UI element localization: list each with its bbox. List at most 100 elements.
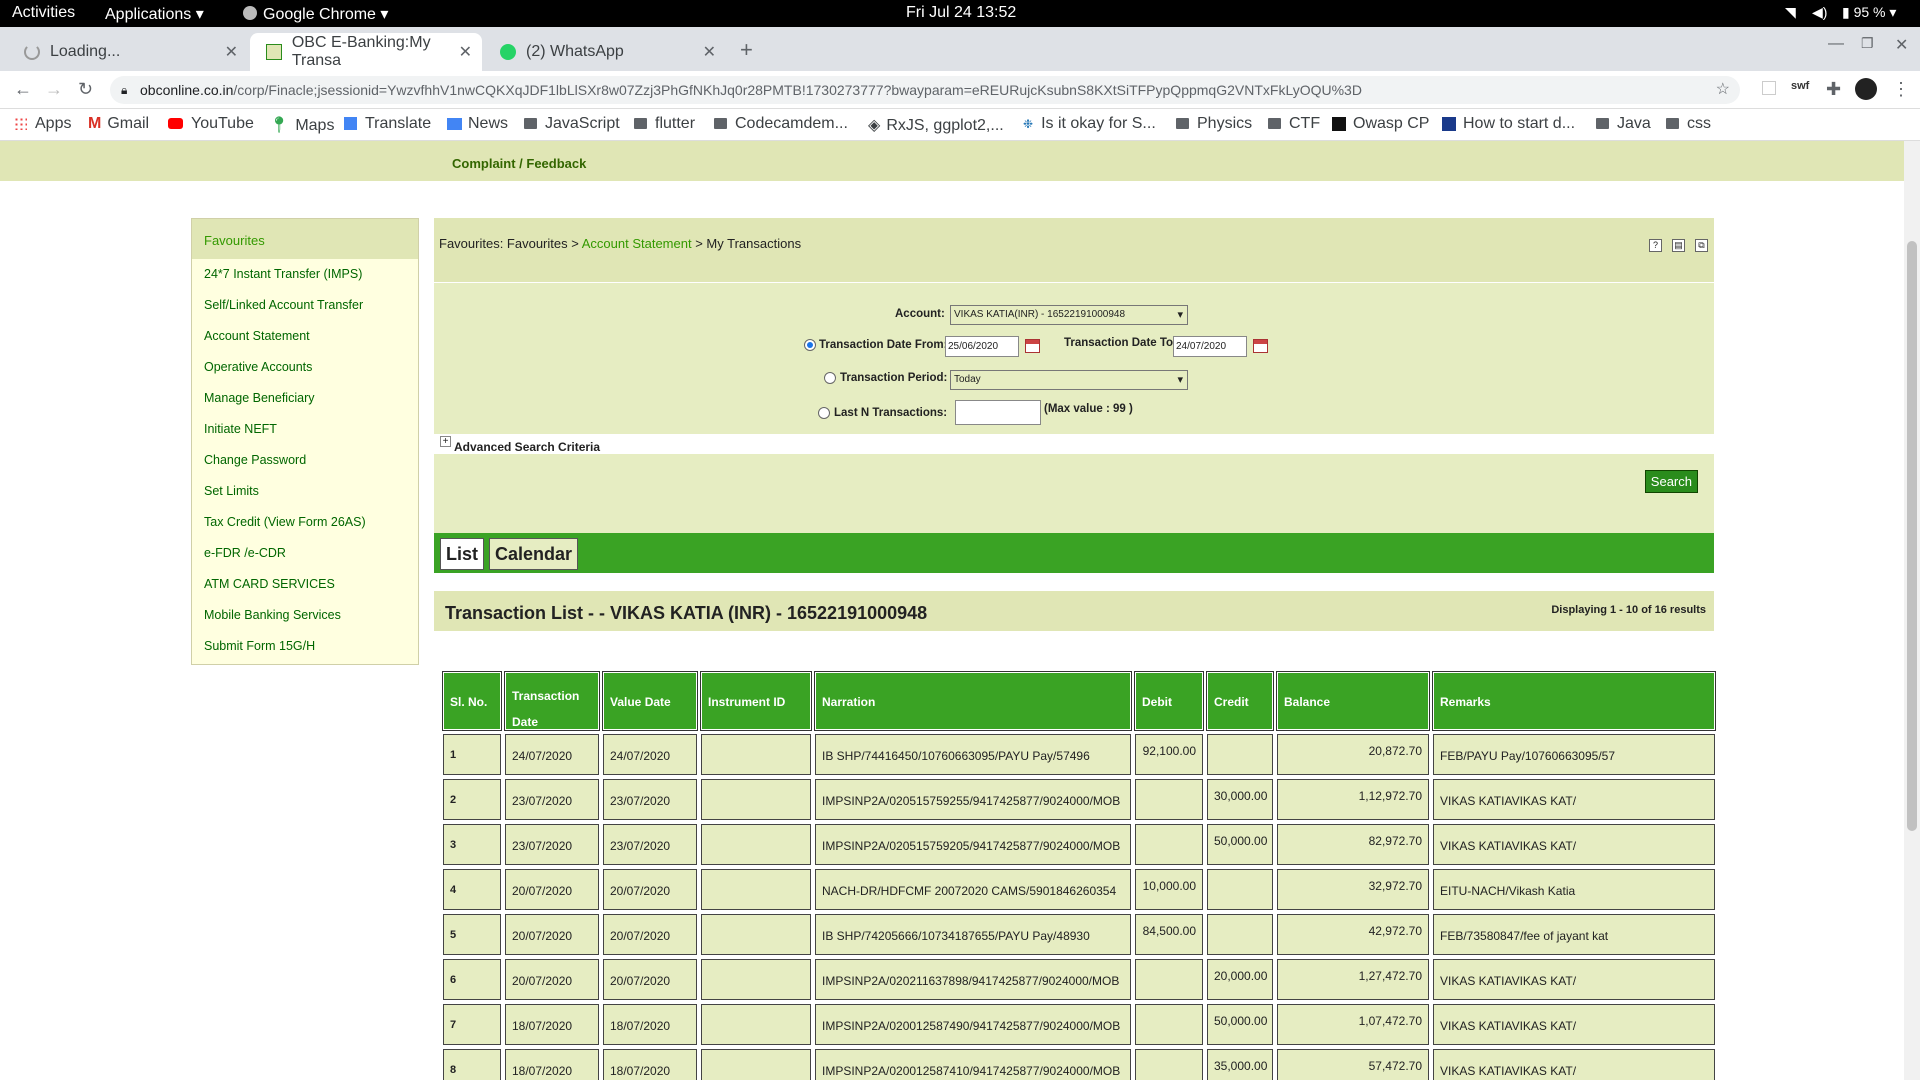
view-tabs-bar: List Calendar <box>434 533 1714 573</box>
print-icon[interactable]: ▤ <box>1672 239 1685 252</box>
folder-icon <box>1268 118 1281 130</box>
puzzle-extensions-icon[interactable]: ✚ <box>1826 79 1841 100</box>
bookmark-ctf[interactable]: CTF <box>1268 115 1320 133</box>
bookmark-youtube[interactable]: YouTube <box>168 115 254 133</box>
last-n-radio[interactable] <box>818 407 830 419</box>
cell-remarks: VIKAS KATIAVIKAS KAT/ <box>1433 1049 1715 1080</box>
date-from-input[interactable]: 25/06/2020 <box>945 336 1019 357</box>
calendar-icon[interactable] <box>1253 339 1268 353</box>
breadcrumb-account-statement-link[interactable]: Account Statement <box>582 236 692 251</box>
transaction-list-title: Transaction List - - VIKAS KATIA (INR) -… <box>445 603 928 623</box>
bookmark-is-it-okay[interactable]: ❉ Is it okay for S... <box>1023 115 1156 133</box>
activities-button[interactable]: Activities <box>12 4 75 22</box>
bookmark-maps[interactable]: 📍︎ Maps <box>269 115 334 135</box>
cell-debit: 84,500.00 <box>1135 914 1203 955</box>
cell-debit <box>1135 824 1203 865</box>
transaction-period-label: Transaction Period: <box>840 372 948 384</box>
bookmark-gmail[interactable]: M Gmail <box>88 115 149 133</box>
tab-obc-ebanking[interactable]: OBC E-Banking:My Transa ✕ <box>250 33 482 71</box>
sidebar-item-operative-accounts[interactable]: Operative Accounts <box>192 352 418 383</box>
bookmark-rxjs[interactable]: ◈ RxJS, ggplot2,... <box>868 115 1004 135</box>
bookmark-css[interactable]: css <box>1666 115 1711 133</box>
help-icon[interactable]: ? <box>1649 239 1662 252</box>
sidebar-item-change-password[interactable]: Change Password <box>192 445 418 476</box>
search-button[interactable]: Search <box>1644 470 1698 493</box>
swf-extension-icon[interactable]: swf <box>1791 80 1809 92</box>
sidebar-item-tax-credit[interactable]: Tax Credit (View Form 26AS) <box>192 507 418 538</box>
bookmark-owasp[interactable]: Owasp CP <box>1332 115 1429 133</box>
sidebar-item-initiate-neft[interactable]: Initiate NEFT <box>192 414 418 445</box>
export-icon[interactable]: ⧉ <box>1695 239 1708 252</box>
tab-list[interactable]: List <box>440 538 485 570</box>
cell-instrument-id <box>701 959 811 1000</box>
table-header-row: Sl. No. Transaction Date Value Date Inst… <box>439 670 1716 732</box>
date-to-label: Transaction Date To: <box>1064 337 1177 349</box>
tab-loading[interactable]: Loading... ✕ <box>8 33 248 71</box>
col-header-remarks: Remarks <box>1432 671 1716 731</box>
more-menu-icon[interactable]: ⋮ <box>1892 79 1910 100</box>
bookmark-javascript[interactable]: JavaScript <box>524 115 620 133</box>
scrollbar-thumb[interactable] <box>1907 241 1917 831</box>
minimize-window-button[interactable]: — <box>1828 35 1844 53</box>
close-tab-icon[interactable]: ✕ <box>459 42 472 62</box>
close-tab-icon[interactable]: ✕ <box>703 42 716 62</box>
clock[interactable]: Fri Jul 24 13:52 <box>906 4 1016 22</box>
date-to-input[interactable]: 24/07/2020 <box>1173 336 1247 357</box>
sidebar-item-efdr[interactable]: e-FDR /e-CDR <box>192 538 418 569</box>
new-tab-button[interactable]: + <box>740 37 753 63</box>
extension-icon[interactable] <box>1762 81 1776 95</box>
account-select[interactable]: VIKAS KATIA(INR) - 16522191000948 ▾ <box>950 305 1188 325</box>
breadcrumb: Favourites: Favourites > Account Stateme… <box>434 218 1714 282</box>
sidebar-item-set-limits[interactable]: Set Limits <box>192 476 418 507</box>
cell-sl-no: 3 <box>443 824 501 865</box>
site-icon <box>1442 116 1456 131</box>
owasp-icon <box>1332 116 1346 131</box>
page-scrollbar[interactable] <box>1904 141 1920 1080</box>
cell-instrument-id <box>701 914 811 955</box>
cell-instrument-id <box>701 734 811 775</box>
sidebar-item-form-15gh[interactable]: Submit Form 15G/H <box>192 631 418 662</box>
favourites-sidebar: Favourites 24*7 Instant Transfer (IMPS) … <box>191 218 419 665</box>
expand-plus-icon: + <box>440 436 451 447</box>
profile-avatar[interactable] <box>1855 78 1877 100</box>
app-menu[interactable]: Google Chrome ▾ <box>243 4 388 24</box>
maximize-window-button[interactable]: ❐ <box>1861 35 1874 52</box>
folder-icon <box>714 118 727 130</box>
table-row: 5 20/07/2020 20/07/2020 IB SHP/74205666/107… <box>439 912 1715 957</box>
calendar-icon[interactable] <box>1025 339 1040 353</box>
close-window-button[interactable]: ✕ <box>1895 35 1908 55</box>
last-n-input[interactable] <box>955 400 1041 425</box>
bookmark-star-icon[interactable]: ☆ <box>1716 76 1730 104</box>
close-tab-icon[interactable]: ✕ <box>225 42 238 62</box>
applications-menu[interactable]: Applications ▾ <box>105 4 204 24</box>
bookmark-translate[interactable]: Translate <box>344 115 431 133</box>
sidebar-item-mobile-banking[interactable]: Mobile Banking Services <box>192 600 418 631</box>
sidebar-item-manage-beneficiary[interactable]: Manage Beneficiary <box>192 383 418 414</box>
transaction-period-radio[interactable] <box>824 372 836 384</box>
date-range-radio[interactable] <box>804 339 816 351</box>
complaint-feedback-link[interactable]: Complaint / Feedback <box>452 156 586 171</box>
bookmark-java[interactable]: Java <box>1596 115 1651 133</box>
sidebar-item-imps[interactable]: 24*7 Instant Transfer (IMPS) <box>192 259 418 290</box>
tab-calendar[interactable]: Calendar <box>489 538 579 570</box>
url-input[interactable]: 🔒︎ obconline.co.in/corp/Finacle;jsession… <box>110 76 1740 104</box>
cell-remarks: EITU-NACH/Vikash Katia <box>1433 869 1715 910</box>
tab-whatsapp[interactable]: (2) WhatsApp ✕ <box>484 33 726 71</box>
cell-transaction-date: 24/07/2020 <box>505 734 599 775</box>
bookmark-codecamdem[interactable]: Codecamdem... <box>714 115 848 133</box>
sidebar-item-self-linked-transfer[interactable]: Self/Linked Account Transfer <box>192 290 418 321</box>
forward-arrow-icon[interactable]: → <box>45 79 63 100</box>
advanced-search-toggle[interactable]: + Advanced Search Criteria <box>434 434 1714 454</box>
back-arrow-icon[interactable]: ← <box>14 79 32 100</box>
cell-remarks: VIKAS KATIAVIKAS KAT/ <box>1433 779 1715 820</box>
battery-indicator[interactable]: ▮ 95 % ▾ <box>1842 4 1896 21</box>
sidebar-item-atm-card[interactable]: ATM CARD SERVICES <box>192 569 418 600</box>
bookmark-flutter[interactable]: flutter <box>634 115 695 133</box>
reload-icon[interactable]: ↻ <box>78 79 93 100</box>
bookmark-how-to-start[interactable]: How to start d... <box>1442 115 1575 133</box>
bookmark-news[interactable]: News <box>447 115 508 133</box>
bookmark-apps[interactable]: Apps <box>14 115 71 133</box>
sidebar-item-account-statement[interactable]: Account Statement <box>192 321 418 352</box>
transaction-period-select[interactable]: Today ▾ <box>950 370 1188 390</box>
bookmark-physics[interactable]: Physics <box>1176 115 1252 133</box>
